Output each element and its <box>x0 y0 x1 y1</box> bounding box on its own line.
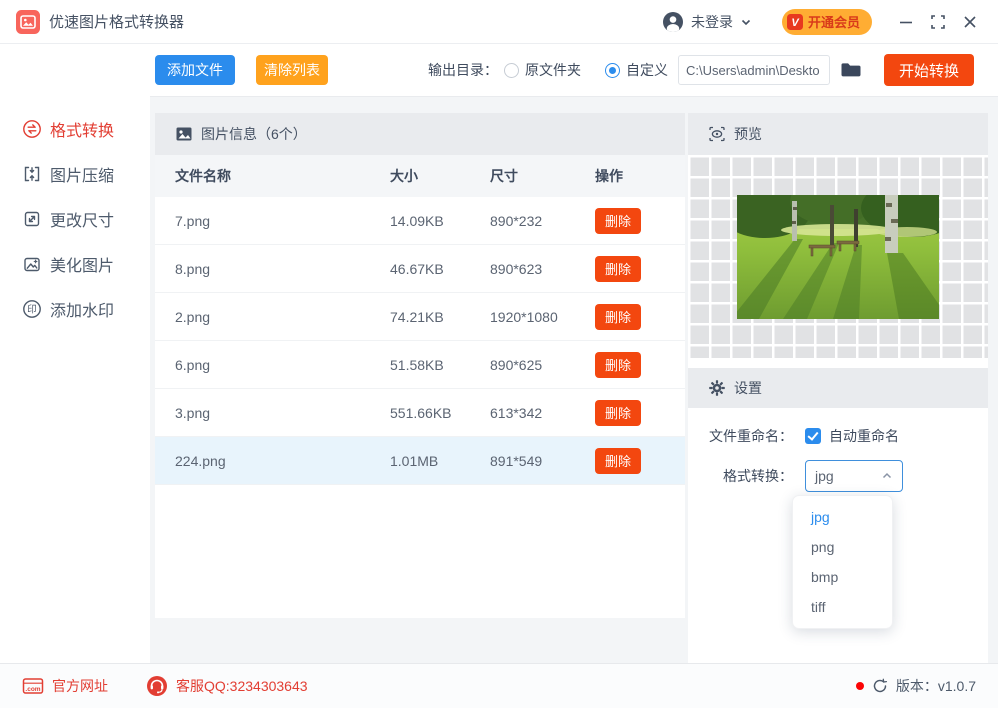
app-title: 优速图片格式转换器 <box>49 14 185 31</box>
col-size: 大小 <box>390 168 418 184</box>
image-info-icon <box>175 125 193 143</box>
minimize-button[interactable] <box>890 6 922 38</box>
table-row[interactable]: 3.png 551.66KB 613*342 删除 <box>155 389 685 437</box>
add-files-button[interactable]: 添加文件 <box>155 55 235 85</box>
account-menu[interactable]: 未登录 <box>662 11 752 33</box>
app-window: 优速图片格式转换器 未登录 V 开通会员 格式转换 图片压缩 更改尺寸 美化图片… <box>0 0 998 708</box>
format-convert-icon <box>22 119 42 139</box>
sidebar-item-label: 添加水印 <box>50 302 115 320</box>
radio-source-circle[interactable] <box>504 62 519 78</box>
resize-icon <box>22 209 42 229</box>
col-dimensions: 尺寸 <box>490 168 518 184</box>
sidebar-item-watermark[interactable]: 印 添加水印 <box>0 286 150 331</box>
settings-title: 设置 <box>734 380 762 396</box>
auto-rename-text: 自动重命名 <box>829 428 899 444</box>
preview-icon <box>708 125 726 143</box>
chevron-down-icon <box>740 16 752 28</box>
sidebar-item-compress[interactable]: 图片压缩 <box>0 151 150 196</box>
preview-header: 预览 <box>688 113 988 155</box>
sidebar-item-resize[interactable]: 更改尺寸 <box>0 196 150 241</box>
toolbar: 添加文件 清除列表 输出目录： 原文件夹 自定义 开始转换 <box>150 44 998 97</box>
transparency-checkerboard <box>688 155 988 358</box>
user-avatar-icon <box>662 11 684 33</box>
format-label: 格式转换： <box>723 468 793 484</box>
vip-label: 开通会员 <box>807 15 860 30</box>
format-dropdown-menu: jpg png bmp tiff <box>792 495 893 629</box>
sidebar-item-beautify[interactable]: 美化图片 <box>0 241 150 286</box>
refresh-icon[interactable] <box>872 678 888 694</box>
beautify-icon <box>22 254 42 274</box>
table-empty-area <box>155 485 685 618</box>
format-option-png[interactable]: png <box>793 532 892 562</box>
window-controls <box>890 6 986 38</box>
table-row[interactable]: 224.png 1.01MB 891*549 删除 <box>155 437 685 485</box>
delete-button[interactable]: 删除 <box>595 255 641 282</box>
sidebar-item-label: 更改尺寸 <box>50 212 115 230</box>
col-filename: 文件名称 <box>175 168 231 184</box>
login-status: 未登录 <box>690 13 733 30</box>
preview-title: 预览 <box>734 126 762 142</box>
format-value: jpg <box>815 468 834 484</box>
sidebar-item-label: 图片压缩 <box>50 167 115 185</box>
sidebar-nav: 格式转换图片压缩更改尺寸美化图片印 添加水印 <box>0 44 150 663</box>
panel-gap <box>688 358 988 368</box>
auto-rename-checkbox[interactable] <box>805 428 821 444</box>
table-row[interactable]: 2.png 74.21KB 1920*1080 删除 <box>155 293 685 341</box>
compress-icon <box>22 164 42 184</box>
table-row[interactable]: 8.png 46.67KB 890*623 删除 <box>155 245 685 293</box>
col-actions: 操作 <box>595 168 623 184</box>
rename-label: 文件重命名： <box>709 428 793 444</box>
close-button[interactable] <box>954 6 986 38</box>
sidebar-item-label: 美化图片 <box>50 257 115 275</box>
sidebar-item-format-convert[interactable]: 格式转换 <box>0 106 150 151</box>
version-text: 版本：v1.0.7 <box>895 678 976 694</box>
preview-image <box>737 195 939 319</box>
format-option-bmp[interactable]: bmp <box>793 562 892 592</box>
format-option-tiff[interactable]: tiff <box>793 592 892 622</box>
start-convert-button[interactable]: 开始转换 <box>884 54 974 86</box>
output-dir-label: 输出目录： <box>428 62 498 78</box>
table-column-headers: 文件名称 大小 尺寸 操作 <box>155 155 685 197</box>
watermark-icon: 印 <box>22 299 42 319</box>
file-list-header: 图片信息（6个） <box>155 113 685 155</box>
version-area: 版本：v1.0.7 <box>855 676 976 696</box>
radio-custom-folder[interactable]: 自定义 <box>605 60 668 80</box>
sidebar-item-label: 格式转换 <box>50 122 115 140</box>
format-option-jpg[interactable]: jpg <box>793 502 892 532</box>
chevron-up-icon <box>881 470 893 482</box>
customer-service-icon <box>146 675 168 697</box>
website-icon: .com <box>22 677 44 695</box>
open-vip-button[interactable]: V 开通会员 <box>781 8 872 35</box>
file-list-title: 图片信息（6个） <box>201 126 307 142</box>
output-path-input[interactable] <box>678 55 830 85</box>
delete-button[interactable]: 删除 <box>595 399 641 426</box>
settings-header: 设置 <box>688 368 988 408</box>
format-select[interactable]: jpg <box>805 460 903 492</box>
delete-button[interactable]: 删除 <box>595 207 641 234</box>
vip-badge-icon: V <box>786 13 803 30</box>
svg-text:印: 印 <box>27 303 37 315</box>
table-row[interactable]: 7.png 14.09KB 890*232 删除 <box>155 197 685 245</box>
svg-text:.com: .com <box>25 686 40 693</box>
maximize-button[interactable] <box>922 6 954 38</box>
clear-list-button[interactable]: 清除列表 <box>256 55 328 85</box>
gear-icon <box>708 379 726 397</box>
delete-button[interactable]: 删除 <box>595 303 641 330</box>
radio-custom-circle[interactable] <box>605 62 620 78</box>
table-row[interactable]: 6.png 51.58KB 890*625 删除 <box>155 341 685 389</box>
app-logo-icon <box>16 9 40 34</box>
delete-button[interactable]: 删除 <box>595 351 641 378</box>
delete-button[interactable]: 删除 <box>595 447 641 474</box>
service-qq-link[interactable]: 客服QQ:3234303643 <box>146 675 308 697</box>
file-table-body: 7.png 14.09KB 890*232 删除 8.png 46.67KB 890*623… <box>155 197 685 485</box>
file-list-panel: 图片信息（6个） 文件名称 大小 尺寸 操作 7.png 14.09KB 890*2… <box>155 113 685 618</box>
browse-folder-icon[interactable] <box>840 61 862 79</box>
radio-source-folder[interactable]: 原文件夹 <box>504 60 581 80</box>
official-site-link[interactable]: .com 官方网址 <box>22 676 108 696</box>
footer: .com 官方网址 客服QQ:3234303643 版本：v1.0.7 <box>0 663 998 708</box>
status-dot <box>855 682 864 690</box>
title-bar: 优速图片格式转换器 未登录 V 开通会员 <box>0 0 998 44</box>
